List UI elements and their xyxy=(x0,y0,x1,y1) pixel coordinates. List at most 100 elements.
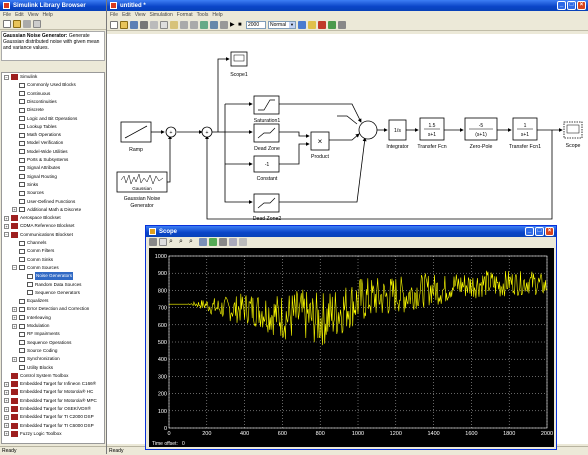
menu-file[interactable]: File xyxy=(110,12,118,18)
tree-item[interactable]: Ports & Subsystems xyxy=(12,156,68,164)
tree-item[interactable]: Logic and Bit Operations xyxy=(12,115,77,123)
expand-toggle-icon[interactable]: + xyxy=(12,306,17,312)
transfer-fcn-block[interactable]: 1.5 s+1 Transfer Fcn xyxy=(417,117,447,150)
update-diagram-icon[interactable] xyxy=(308,20,316,29)
tree-item[interactable]: Discontinuities xyxy=(12,98,57,106)
tree-item[interactable]: Signal Routing xyxy=(12,173,57,181)
tree-item[interactable]: + Error Detection and Correction xyxy=(12,305,89,313)
paste-icon[interactable] xyxy=(170,20,178,29)
menu-file[interactable]: File xyxy=(3,12,11,18)
tree-item[interactable]: + Embedded Target for TI C2000 DSP xyxy=(4,413,94,421)
sum3-block[interactable] xyxy=(358,120,378,140)
constant-block[interactable]: -1 Constant xyxy=(253,155,280,182)
menu-edit[interactable]: Edit xyxy=(122,12,131,18)
undo-icon[interactable] xyxy=(180,20,188,29)
tree-item[interactable]: + Interleaving xyxy=(12,314,51,322)
dead-zone-block[interactable]: Dead Zone xyxy=(253,123,280,152)
menu-format[interactable]: Format xyxy=(177,12,193,18)
tree-item[interactable]: + Embedded Target for OSEK/VDX® xyxy=(4,405,91,413)
sum2-block[interactable]: + xyxy=(201,126,213,138)
ramp-block[interactable]: Ramp xyxy=(120,121,152,153)
library-browser-icon[interactable] xyxy=(200,20,208,29)
tree-item[interactable]: + Additional Math & Discrete xyxy=(12,206,81,214)
find-icon[interactable] xyxy=(33,20,41,28)
scope-titlebar[interactable]: Scope _ □ × xyxy=(146,226,556,237)
tree-item[interactable]: Comm Sinks xyxy=(12,256,53,264)
scope1-block[interactable]: Scope1 xyxy=(230,51,248,78)
tree-item[interactable]: − Simulink xyxy=(4,73,37,81)
signal-selection-icon[interactable] xyxy=(239,238,247,246)
scope-minimize-button[interactable]: _ xyxy=(525,227,534,236)
copy-icon[interactable] xyxy=(160,20,168,29)
scope-block[interactable]: Scope xyxy=(563,121,583,149)
redo-icon[interactable] xyxy=(190,20,198,29)
expand-toggle-icon[interactable]: + xyxy=(12,315,17,321)
debug-icon[interactable] xyxy=(220,20,228,29)
expand-toggle-icon[interactable]: + xyxy=(4,223,9,229)
expand-toggle-icon[interactable]: + xyxy=(4,389,9,395)
menu-view[interactable]: View xyxy=(28,12,39,18)
tree-item[interactable]: Noise Generators xyxy=(20,272,74,281)
restore-axes-icon[interactable] xyxy=(219,238,227,246)
tree-item[interactable]: Channels xyxy=(12,239,46,247)
tree-item[interactable]: + CDMA Reference Blockset xyxy=(4,222,74,230)
menu-view[interactable]: View xyxy=(135,12,146,18)
expand-toggle-icon[interactable]: + xyxy=(4,215,9,221)
expand-toggle-icon[interactable]: + xyxy=(4,406,9,412)
model-explorer-icon[interactable] xyxy=(210,20,218,29)
tree-item[interactable]: Sinks xyxy=(12,181,38,189)
build-icon[interactable] xyxy=(298,20,306,29)
menu-edit[interactable]: Edit xyxy=(15,12,24,18)
tree-item[interactable]: Source Coding xyxy=(12,347,57,355)
debugger-icon[interactable] xyxy=(338,20,346,29)
tree-item[interactable]: + Synchronization xyxy=(12,355,60,363)
tree-item[interactable]: Comm Filters xyxy=(12,247,54,255)
scope-close-button[interactable]: × xyxy=(545,227,554,236)
tree-item[interactable]: Signal Attributes xyxy=(12,164,60,172)
save-axes-icon[interactable] xyxy=(209,238,217,246)
tree-item[interactable]: + Embedded Target for Motorola® HC xyxy=(4,388,93,396)
tree-item[interactable]: User-Defined Functions xyxy=(12,198,75,206)
tree-item[interactable]: + Embedded Target for Motorola® MPC xyxy=(4,397,97,405)
tree-item[interactable]: + Embedded Target for Infineon C166® xyxy=(4,380,96,388)
new-model-icon[interactable] xyxy=(3,20,11,28)
zoom-y-icon[interactable]: ⌕ xyxy=(189,238,197,246)
expand-toggle-icon[interactable]: + xyxy=(4,431,9,437)
tree-item[interactable]: Sequence Generators xyxy=(20,289,80,297)
model-advisor-icon[interactable] xyxy=(328,20,336,29)
tree-item[interactable]: Commonly Used Blocks xyxy=(12,81,76,89)
tree-item[interactable]: Lookup Tables xyxy=(12,123,57,131)
autoscale-icon[interactable] xyxy=(199,238,207,246)
scope-plot[interactable]: 0 200 400 600 800 1000 1200 1400 1600 1800 2000 0 10… xyxy=(149,248,554,447)
tree-item[interactable]: RF Impairments xyxy=(12,330,60,338)
menu-help[interactable]: Help xyxy=(212,12,222,18)
expand-toggle-icon[interactable]: + xyxy=(4,381,9,387)
tree-item[interactable]: Model-Wide Utilities xyxy=(12,148,68,156)
tree-item[interactable]: Utility Blocks xyxy=(12,364,53,372)
tree-item[interactable]: + Embedded Target for TI C6000 DSP xyxy=(4,422,94,430)
save-icon[interactable] xyxy=(130,20,138,29)
open-folder-icon[interactable] xyxy=(13,20,21,28)
expand-toggle-icon[interactable]: + xyxy=(12,323,17,329)
sum1-block[interactable]: + xyxy=(165,126,177,138)
integrator-block[interactable]: 1/s Integrator xyxy=(386,119,409,150)
start-simulation-icon[interactable]: ▶ xyxy=(230,21,236,29)
pin-icon[interactable] xyxy=(23,20,31,28)
menu-help[interactable]: Help xyxy=(42,12,52,18)
tree-item[interactable]: Sources xyxy=(12,189,44,197)
tree-item[interactable]: Continuous xyxy=(12,90,50,98)
tree-item[interactable]: + Fuzzy Logic Toolbox xyxy=(4,430,62,438)
menu-tools[interactable]: Tools xyxy=(197,12,209,18)
tree-item[interactable]: Model Verification xyxy=(12,139,63,147)
tree-item[interactable]: − Comm Sources xyxy=(12,264,59,272)
dead-zone2-block[interactable]: Dead Zone2 xyxy=(253,193,282,222)
parameters-icon[interactable] xyxy=(159,238,167,246)
tree-item[interactable]: Discrete xyxy=(12,106,44,114)
zero-pole-block[interactable]: -5 (s+1) Zero-Pole xyxy=(464,117,498,150)
stop-time-input[interactable]: 2000 xyxy=(246,20,266,29)
gaussian-noise-block[interactable]: Gaussian Gaussian Noise Generator xyxy=(116,171,168,209)
scope-maximize-button[interactable]: □ xyxy=(535,227,544,236)
expand-toggle-icon[interactable]: + xyxy=(4,398,9,404)
menu-simulation[interactable]: Simulation xyxy=(149,12,172,18)
product-block[interactable]: × Product xyxy=(310,131,329,160)
